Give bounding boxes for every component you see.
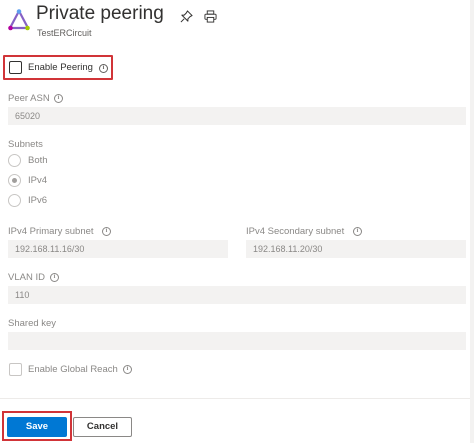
subnets-option-ipv6-label[interactable]: IPv6 (28, 195, 47, 206)
print-icon[interactable] (204, 10, 217, 23)
cancel-button[interactable]: Cancel (73, 417, 132, 437)
info-icon[interactable]: i (54, 94, 63, 103)
ipv4-primary-subnet-label: IPv4 Primary subnet (8, 226, 94, 237)
vlan-id-label: VLAN ID (8, 272, 45, 283)
ipv4-secondary-subnet-input[interactable]: 192.168.11.20/30 (246, 240, 466, 258)
info-icon[interactable]: i (353, 227, 362, 236)
pin-icon[interactable] (180, 10, 193, 23)
ipv4-secondary-subnet-label: IPv4 Secondary subnet (246, 226, 345, 237)
subnets-radio-ipv6[interactable] (8, 194, 21, 207)
peer-asn-label: Peer ASN (8, 93, 50, 104)
footer-divider (0, 398, 474, 399)
info-icon[interactable]: i (50, 273, 59, 282)
info-icon[interactable]: i (99, 64, 108, 73)
enable-peering-checkbox[interactable] (9, 61, 22, 74)
subnets-option-ipv4-label[interactable]: IPv4 (28, 175, 47, 186)
page-title: Private peering (36, 3, 164, 24)
ipv4-primary-subnet-input[interactable]: 192.168.11.16/30 (8, 240, 228, 258)
subnets-option-both-label[interactable]: Both (28, 155, 48, 166)
info-icon[interactable]: i (102, 227, 111, 236)
vlan-id-input[interactable]: 110 (8, 286, 466, 304)
peer-asn-input[interactable]: 65020 (8, 107, 466, 125)
shared-key-label: Shared key (8, 318, 57, 329)
save-button[interactable]: Save (7, 417, 67, 437)
enable-peering-label[interactable]: Enable Peering (28, 62, 93, 73)
expressroute-logo-icon (8, 9, 30, 31)
radio-selected-dot (12, 178, 17, 183)
page-subtitle: TestERCircuit (37, 28, 92, 38)
subnets-radio-ipv4[interactable] (8, 174, 21, 187)
subnets-label: Subnets (8, 139, 43, 150)
subnets-radio-both[interactable] (8, 154, 21, 167)
enable-global-reach-label[interactable]: Enable Global Reach (28, 364, 118, 375)
scrollbar-track[interactable] (470, 0, 474, 443)
info-icon[interactable]: i (123, 365, 132, 374)
enable-global-reach-checkbox[interactable] (9, 363, 22, 376)
shared-key-input[interactable] (8, 332, 466, 350)
